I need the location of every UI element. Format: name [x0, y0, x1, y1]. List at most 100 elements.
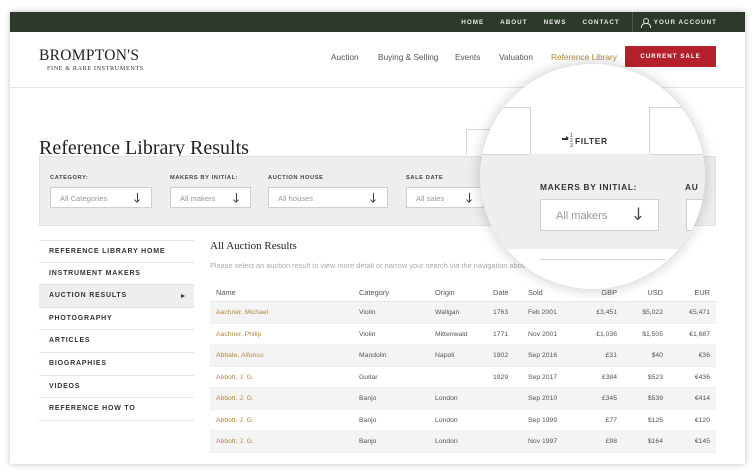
- nav-events[interactable]: Events: [455, 52, 480, 62]
- cell-name[interactable]: Aachner, Michael: [216, 309, 268, 316]
- topnav-home-link[interactable]: HOME: [461, 19, 484, 26]
- sale-date-select-value: All sales: [416, 194, 445, 203]
- topnav-news-link[interactable]: NEWS: [544, 19, 567, 26]
- sidebar-item-reference-library-home[interactable]: REFERENCE LIBRARY HOME: [39, 240, 194, 263]
- filter-sale-date: SALE DATE All sales: [406, 175, 484, 208]
- table-row[interactable]: Abbott, J. G. Guitar 1929 Sep 2017 £384 $523 €…: [210, 367, 716, 388]
- column-header-category[interactable]: Category: [359, 288, 389, 297]
- table-row[interactable]: Abbott, J. G. Banjo London Nov 1997 £98 $164 €…: [210, 431, 716, 453]
- cell-name[interactable]: Abbott, J. G.: [216, 438, 254, 445]
- cell-name[interactable]: Abbate, Alfonso: [216, 352, 264, 359]
- cell-sold: Sep 2016: [528, 352, 558, 359]
- filter-makers-label: MAKERS BY INITIAL:: [170, 175, 239, 181]
- magnified-filter-tab-label: FILTER: [575, 136, 608, 146]
- cell-eur: €1,687: [689, 330, 710, 338]
- category-select[interactable]: All Categories: [50, 187, 152, 208]
- cell-eur: €145: [694, 438, 710, 445]
- table-row[interactable]: Aachner, Michael Violin Wallgan 1763 Feb 200…: [210, 302, 716, 324]
- sidebar-item-auction-results[interactable]: AUCTION RESULTS: [39, 285, 194, 308]
- table-row[interactable]: Abbott, J. G. Banjo London Sep 2010 £345 $539…: [210, 388, 716, 410]
- column-header-usd[interactable]: USD: [647, 288, 663, 297]
- cell-origin: London: [435, 416, 458, 424]
- sale-date-select[interactable]: All sales: [406, 187, 484, 208]
- column-header-gbp[interactable]: GBP: [601, 288, 617, 297]
- your-account-link[interactable]: YOUR ACCOUNT: [640, 17, 717, 28]
- filter-auction-house: AUCTION HOUSE All houses: [268, 175, 388, 208]
- magnified-makers-select-value: All makers: [556, 210, 608, 222]
- table-row[interactable]: Abbate, Alfonso Mandolin Napoli 1902 Sep 201…: [210, 345, 716, 367]
- nav-valuation[interactable]: Valuation: [499, 52, 533, 62]
- cell-usd: $164: [647, 438, 663, 445]
- cell-eur: €36: [698, 352, 710, 359]
- cell-origin: London: [435, 395, 458, 402]
- sidebar-item-instrument-makers[interactable]: INSTRUMENT MAKERS: [39, 263, 194, 286]
- cell-usd: $40: [651, 352, 663, 359]
- cell-gbp: £77: [605, 416, 617, 424]
- makers-select[interactable]: All makers: [170, 187, 251, 208]
- cell-usd: $523: [647, 373, 663, 381]
- column-header-sold[interactable]: Sold: [528, 288, 543, 297]
- cell-gbp: £384: [601, 373, 617, 381]
- cell-category: Mandolin: [359, 352, 387, 359]
- results-table: Name Category Origin Date Sold GBP USD E…: [210, 281, 716, 453]
- nav-auction[interactable]: Auction: [331, 52, 359, 62]
- cell-usd: $539: [647, 395, 663, 402]
- column-header-name[interactable]: Name: [216, 288, 236, 297]
- arrow-down-icon: [233, 193, 240, 203]
- cell-origin: Napoli: [435, 352, 455, 359]
- sidebar-item-videos[interactable]: VIDEOS: [39, 376, 194, 399]
- cell-name[interactable]: Abbott, J. G.: [216, 374, 254, 381]
- sidebar-item-label: AUCTION RESULTS: [49, 292, 127, 300]
- cell-usd: $5,022: [642, 309, 663, 316]
- sidebar-item-biographies[interactable]: BIOGRAPHIES: [39, 353, 194, 376]
- cell-sold: Sep 2017: [528, 373, 558, 381]
- cell-gbp: £98: [605, 438, 617, 445]
- filter-makers: MAKERS BY INITIAL: All makers: [170, 175, 251, 208]
- auction-house-select[interactable]: All houses: [268, 187, 388, 208]
- results-title: All Auction Results: [210, 240, 297, 252]
- user-icon: [640, 17, 651, 28]
- nav-buying-selling[interactable]: Buying & Selling: [378, 52, 438, 62]
- filter-magnifier-callout: 123 FILTER MAKERS BY INITIAL: AU All mak…: [480, 64, 705, 289]
- top-utility-bar: HOME ABOUT NEWS CONTACT YOUR ACCOUNT: [10, 12, 745, 32]
- table-row[interactable]: Abbott, J. G. Banjo London Sep 1999 £77 $125 €…: [210, 410, 716, 431]
- arrow-down-icon: [370, 193, 377, 203]
- cell-category: Violin: [359, 330, 376, 338]
- filter-category: CATEGORY: All Categories: [50, 175, 152, 208]
- sidebar-item-photography[interactable]: PHOTOGRAPHY: [39, 308, 194, 331]
- cell-name[interactable]: Abbott, J. G.: [216, 395, 254, 402]
- logo-tagline: FINE & RARE INSTRUMENTS: [47, 65, 144, 72]
- magnified-filter-tab[interactable]: [530, 107, 650, 154]
- cell-eur: €414: [694, 395, 710, 402]
- magnified-next-select[interactable]: [686, 199, 705, 231]
- cell-date: 1929: [493, 373, 509, 381]
- topnav-about-link[interactable]: ABOUT: [500, 19, 527, 26]
- auction-house-select-value: All houses: [278, 194, 314, 203]
- column-header-origin[interactable]: Origin: [435, 288, 455, 297]
- makers-select-value: All makers: [180, 194, 216, 203]
- column-header-date[interactable]: Date: [493, 288, 509, 297]
- sidebar-item-reference-how-to[interactable]: REFERENCE HOW TO: [39, 398, 194, 421]
- current-sale-button[interactable]: CURRENT SALE: [625, 46, 716, 67]
- cell-gbp: £31: [605, 352, 617, 359]
- filter-auction-house-label: AUCTION HOUSE: [268, 175, 324, 181]
- cell-name[interactable]: Abbott, J. G.: [216, 417, 254, 424]
- cell-category: Banjo: [359, 416, 377, 424]
- topnav-contact-link[interactable]: CONTACT: [582, 19, 619, 26]
- sidebar-item-articles[interactable]: ARTICLES: [39, 330, 194, 353]
- column-header-eur[interactable]: EUR: [694, 288, 710, 297]
- filter-icon: 123: [562, 134, 574, 149]
- cell-sold: Nov 2001: [528, 330, 558, 338]
- cell-name[interactable]: Aachner, Philip: [216, 331, 261, 338]
- topnav-divider: [631, 12, 633, 32]
- magnified-tab-edge: [480, 154, 530, 155]
- cell-origin: London: [435, 438, 458, 445]
- cell-eur: €436: [694, 373, 710, 381]
- cell-date: 1763: [493, 309, 509, 316]
- cell-category: Banjo: [359, 438, 377, 445]
- magnified-tab-edge: [650, 154, 705, 155]
- cell-origin: Mittenwald: [435, 330, 468, 338]
- nav-reference-library[interactable]: Reference Library: [551, 52, 617, 62]
- table-row[interactable]: Aachner, Philip Violin Mittenwald 1771 Nov 2…: [210, 324, 716, 345]
- magnified-makers-select[interactable]: All makers: [540, 199, 659, 231]
